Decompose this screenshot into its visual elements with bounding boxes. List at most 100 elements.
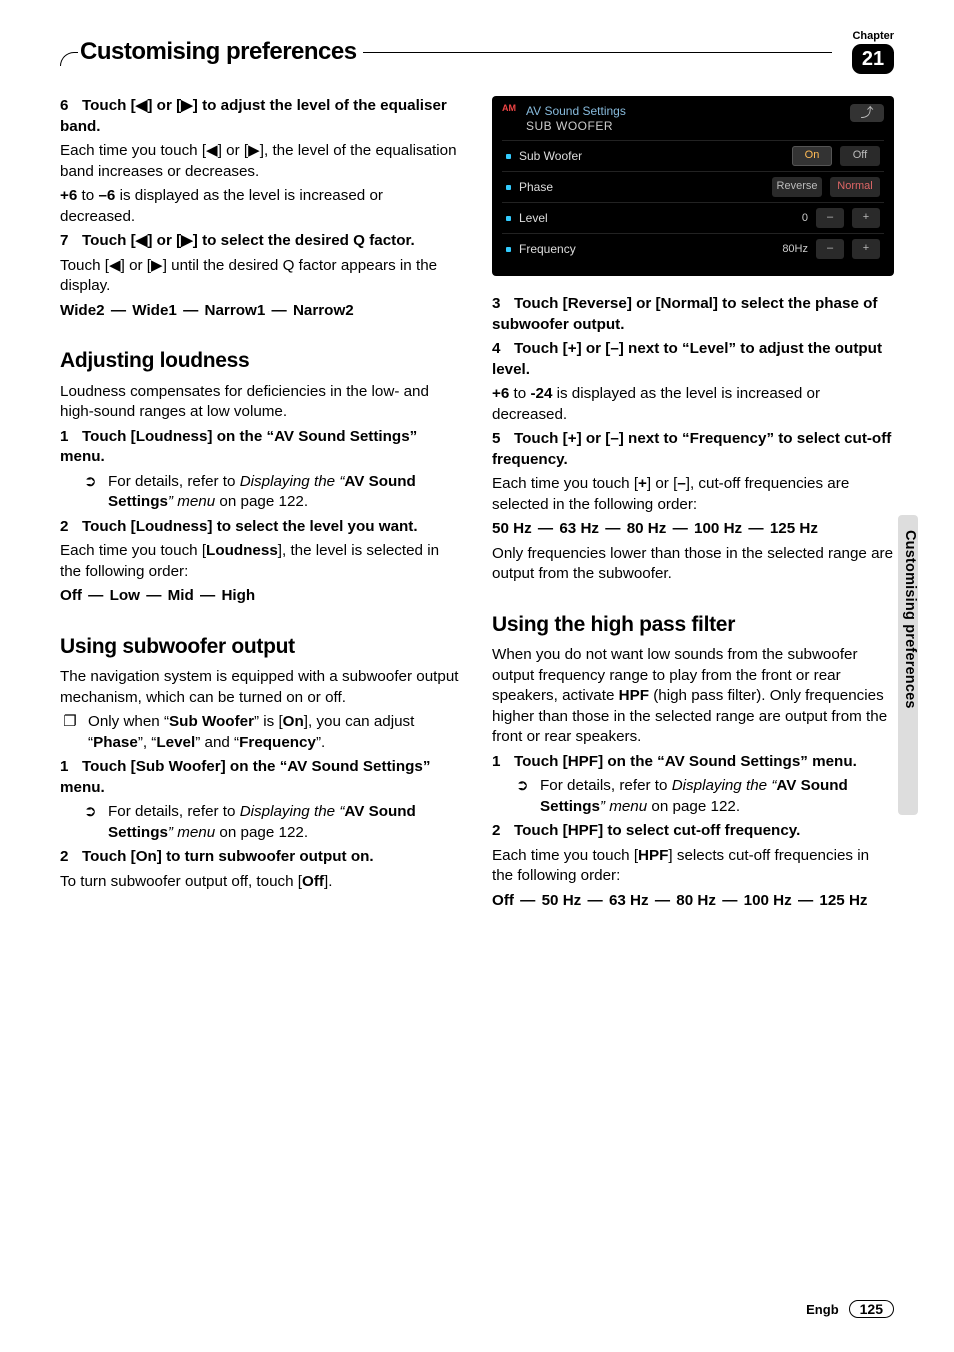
step-6-heading-text: Touch [◀] or [▶] to adjust the level of … [60, 97, 447, 135]
subwoofer-screenshot: AM AV Sound Settings SUB WOOFER ⤴ Sub Wo… [492, 96, 894, 276]
step-5-body: Each time you touch [+] or [–], cut-off … [492, 474, 894, 515]
sub-step1: 1Touch [Sub Woofer] on the “AV Sound Set… [60, 757, 462, 798]
level-plus-button[interactable]: + [852, 208, 880, 228]
header-rule-mid [363, 52, 832, 66]
note-icon: ❐ [60, 712, 80, 753]
opt-narrow1: Narrow1 [205, 302, 266, 319]
section-subwoofer: Using subwoofer output [60, 633, 462, 661]
row-level: Level 0 – + [502, 202, 884, 233]
row-frequency-label: Frequency [519, 241, 764, 257]
page-footer: Engb 125 [806, 1300, 894, 1318]
step-3-text: Touch [Reverse] or [Normal] to select th… [492, 295, 877, 333]
chapter-label: Chapter [852, 30, 894, 42]
page-header: Customising preferences [60, 38, 894, 66]
footer-lang: Engb [806, 1302, 839, 1317]
subwoofer-note-text: Only when “Sub Woofer” is [On], you can … [88, 712, 462, 753]
hpf-step1-text: Touch [HPF] on the “AV Sound Settings” m… [514, 753, 857, 770]
freq-plus-button[interactable]: + [852, 239, 880, 259]
left-column: 6Touch [◀] or [▶] to adjust the level of… [60, 96, 462, 915]
ui-title2: SUB WOOFER [526, 119, 626, 134]
sub-step2-body: To turn subwoofer output off, touch [Off… [60, 872, 462, 893]
section-hpf: Using the high pass filter [492, 611, 894, 639]
page: Chapter 21 Customising preferences Custo… [0, 0, 954, 1352]
footer-page-number: 125 [849, 1300, 894, 1318]
step-6-body2: +6 to –6 is displayed as the level is in… [60, 186, 462, 227]
side-tab: Customising preferences [902, 530, 918, 709]
frequency-value: 80Hz [772, 242, 808, 257]
loudness-step2-text: Touch [Loudness] to select the level you… [82, 518, 418, 535]
loudness-step2: 2Touch [Loudness] to select the level yo… [60, 517, 462, 538]
row-phase: Phase Reverse Normal [502, 171, 884, 202]
loudness-ref-text: For details, refer to Displaying the “AV… [108, 472, 462, 513]
minus6: –6 [98, 187, 115, 204]
step-3: 3Touch [Reverse] or [Normal] to select t… [492, 294, 894, 335]
row-frequency: Frequency 80Hz – + [502, 233, 884, 264]
row-phase-label: Phase [519, 179, 764, 195]
freq-options: 50 Hz — 63 Hz — 80 Hz — 100 Hz — 125 Hz [492, 519, 894, 540]
arrow-icon: ➲ [516, 776, 532, 817]
step-7-heading-text: Touch [◀] or [▶] to select the desired Q… [82, 232, 415, 249]
subwoofer-off-button[interactable]: Off [840, 146, 880, 166]
opt-wide2: Wide2 [60, 302, 105, 319]
loudness-options: Off — Low — Mid — High [60, 586, 462, 607]
back-button[interactable]: ⤴ [850, 104, 884, 122]
loudness-step2-body: Each time you touch [Loudness], the leve… [60, 541, 462, 582]
arrow-icon: ➲ [84, 472, 100, 513]
phase-normal-button[interactable]: Normal [830, 177, 880, 197]
q-factor-options: Wide2 — Wide1 — Narrow1 — Narrow2 [60, 301, 462, 322]
sub-step1-text: Touch [Sub Woofer] on the “AV Sound Sett… [60, 758, 430, 796]
opt-narrow2: Narrow2 [293, 302, 354, 319]
level-minus-button[interactable]: – [816, 208, 844, 228]
level-value: 0 [772, 211, 808, 226]
phase-reverse-button[interactable]: Reverse [772, 177, 822, 197]
opt-wide1: Wide1 [132, 302, 177, 319]
hpf-ref-text: For details, refer to Displaying the “AV… [540, 776, 894, 817]
step-4: 4Touch [+] or [–] next to “Level” to adj… [492, 339, 894, 380]
step-4-body: +6 to -24 is displayed as the level is i… [492, 384, 894, 425]
step-5: 5Touch [+] or [–] next to “Frequency” to… [492, 429, 894, 470]
page-title: Customising preferences [80, 38, 357, 65]
hpf-step2: 2Touch [HPF] to select cut-off frequency… [492, 821, 894, 842]
step-5-tail: Only frequencies lower than those in the… [492, 544, 894, 585]
subwoofer-on-button[interactable]: On [792, 146, 832, 166]
right-column: AM AV Sound Settings SUB WOOFER ⤴ Sub Wo… [492, 96, 894, 915]
hpf-options: Off — 50 Hz — 63 Hz — 80 Hz — 100 Hz — 1… [492, 891, 894, 912]
row-subwoofer: Sub Woofer On Off [502, 140, 884, 171]
hpf-step2-text: Touch [HPF] to select cut-off frequency. [514, 822, 800, 839]
ui-title1: AV Sound Settings [526, 104, 626, 119]
loudness-step1: 1Touch [Loudness] on the “AV Sound Setti… [60, 427, 462, 468]
bullet-icon [506, 216, 511, 221]
chapter-tag: Chapter 21 [852, 30, 894, 74]
loudness-step1-text: Touch [Loudness] on the “AV Sound Settin… [60, 428, 417, 466]
step-6-heading: 6Touch [◀] or [▶] to adjust the level of… [60, 96, 462, 137]
hpf-intro: When you do not want low sounds from the… [492, 645, 894, 748]
bullet-icon [506, 185, 511, 190]
step-6-body1: Each time you touch [◀] or [▶], the leve… [60, 141, 462, 182]
subwoofer-intro: The navigation system is equipped with a… [60, 667, 462, 708]
sub-step2: 2Touch [On] to turn subwoofer output on. [60, 847, 462, 868]
to-text: to [77, 187, 98, 204]
am-badge: AM [502, 104, 516, 113]
hpf-step1: 1Touch [HPF] on the “AV Sound Settings” … [492, 752, 894, 773]
header-title-wrap: Customising preferences [78, 38, 363, 66]
hpf-step2-body: Each time you touch [HPF] selects cut-of… [492, 846, 894, 887]
sub-ref-text: For details, refer to Displaying the “AV… [108, 802, 462, 843]
step-4-text: Touch [+] or [–] next to “Level” to adju… [492, 340, 882, 378]
chapter-number: 21 [852, 44, 894, 74]
subwoofer-note: ❐ Only when “Sub Woofer” is [On], you ca… [60, 712, 462, 753]
section-loudness: Adjusting loudness [60, 347, 462, 375]
arrow-icon: ➲ [84, 802, 100, 843]
bullet-icon [506, 247, 511, 252]
row-level-label: Level [519, 210, 764, 226]
step-5-text: Touch [+] or [–] next to “Frequency” to … [492, 430, 891, 468]
columns: 6Touch [◀] or [▶] to adjust the level of… [60, 96, 894, 915]
header-rule-left [60, 52, 78, 66]
plus6: +6 [60, 187, 77, 204]
row-subwoofer-label: Sub Woofer [519, 148, 784, 164]
step-7-body: Touch [◀] or [▶] until the desired Q fac… [60, 256, 462, 297]
loudness-intro: Loudness compensates for deficiencies in… [60, 382, 462, 423]
freq-minus-button[interactable]: – [816, 239, 844, 259]
loudness-ref: ➲ For details, refer to Displaying the “… [60, 472, 462, 513]
step-7-heading: 7Touch [◀] or [▶] to select the desired … [60, 231, 462, 252]
bullet-icon [506, 154, 511, 159]
